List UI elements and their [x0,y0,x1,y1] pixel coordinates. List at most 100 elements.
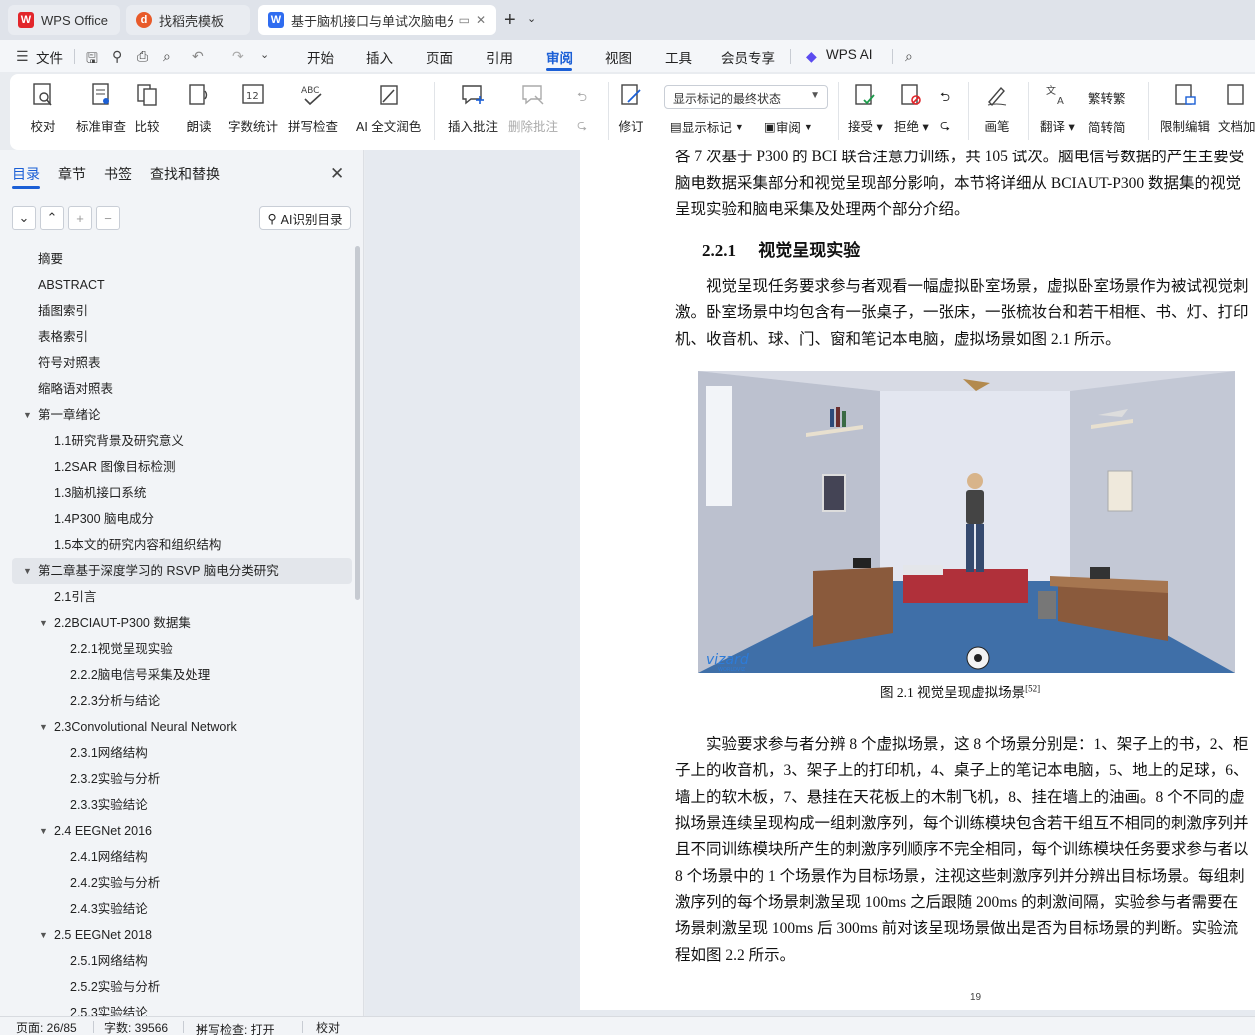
reject-button[interactable]: 拒绝 ▾ [894,80,929,144]
menu-references[interactable]: 引用 [486,47,513,67]
menu-tools[interactable]: 工具 [665,47,692,67]
save-icon[interactable]: 🖫 [86,48,98,72]
accept-button[interactable]: 接受 ▾ [848,80,883,144]
collapse-down-icon[interactable]: ⌄ [12,206,36,230]
redo-icon[interactable]: ↷ [232,48,244,65]
menu-file[interactable]: 文件 [36,47,63,67]
toc-item[interactable]: 摘要 [12,246,352,272]
expand-arrow-icon[interactable]: ▼ [39,610,48,636]
expand-arrow-icon[interactable]: ▼ [23,558,32,584]
tab-wps-office[interactable]: W WPS Office [8,5,120,35]
toc-item[interactable]: ▼ 2.3Convolutional Neural Network [12,714,352,740]
to-traditional-button[interactable]: 繁 转繁 [1088,88,1126,107]
print-icon[interactable]: ⎙ [137,48,148,65]
toc-item[interactable]: 2.5.2实验与分析 [12,974,352,1000]
next-comment-icon[interactable]: ⮎ [577,116,587,137]
figure-citation[interactable]: [52] [1025,684,1040,694]
undo-icon[interactable]: ↶ [192,48,204,65]
toc-item[interactable]: 插图索引 [12,298,352,324]
toc-item[interactable]: 2.3.3实验结论 [12,792,352,818]
toc-item[interactable]: 1.2SAR 图像目标检测 [12,454,352,480]
tab-templates[interactable]: d 找稻壳模板 [126,5,250,35]
expand-arrow-icon[interactable]: ▼ [39,818,48,844]
print-preview-icon[interactable]: ⌕ [163,48,171,65]
menu-view[interactable]: 视图 [605,47,632,67]
page-indicator[interactable]: 页面: 26/85 [16,1019,77,1035]
ai-polish-button[interactable]: AI 全文润色 [356,80,421,144]
tab-bookmarks[interactable]: 书签 [104,164,132,184]
tab-document[interactable]: W 基于脑机接口与单试次脑电分 ▭ ✕ [258,5,496,35]
toc-item[interactable]: 2.1引言 [12,584,352,610]
proofread-button[interactable]: 校对 [30,80,56,144]
expand-arrow-icon[interactable]: ▼ [23,402,32,428]
quick-access-chevron-icon[interactable]: ⌄ [260,48,269,61]
toc-item[interactable]: 1.3脑机接口系统 [12,480,352,506]
toc-item[interactable]: 2.4.1网络结构 [12,844,352,870]
insert-comment-button[interactable]: 插入批注 [448,80,498,144]
add-heading-icon[interactable]: + [68,206,92,230]
menu-insert[interactable]: 插入 [366,47,393,67]
word-count-indicator[interactable]: 字数: 39566 [104,1019,168,1035]
track-changes-button[interactable]: 修订 [618,80,644,144]
toc-scrollbar[interactable] [355,246,360,600]
ai-toc-button[interactable]: ⚲ AI识别目录 [259,206,351,230]
spell-check-status[interactable]: 拼写检查: 打开 ⌄ [196,1019,275,1035]
document-encrypt-button[interactable]: 文档加 [1218,80,1255,144]
translate-button[interactable]: 文A 翻译 ▾ [1040,80,1075,144]
next-change-icon[interactable]: ⮎ [940,116,950,137]
menu-page[interactable]: 页面 [426,47,453,67]
expand-arrow-icon[interactable]: ▼ [39,922,48,948]
toc-item[interactable]: ▼ 2.5 EEGNet 2018 [12,922,352,948]
hamburger-menu-icon[interactable]: ☰ [16,48,29,65]
tab-list-chevron-icon[interactable]: ⌄ [527,12,536,25]
restrict-editing-button[interactable]: 限制编辑 [1160,80,1210,144]
standard-review-button[interactable]: 标准审查 [76,80,126,144]
review-pane-button[interactable]: ▣ 审阅 ▼ [764,117,813,136]
toc-item[interactable]: 缩略语对照表 [12,376,352,402]
toc-item[interactable]: 1.1研究背景及研究意义 [12,428,352,454]
pen-button[interactable]: 画笔 [984,80,1010,144]
toc-item[interactable]: 2.3.2实验与分析 [12,766,352,792]
previous-comment-icon[interactable]: ⮌ [577,88,587,109]
previous-change-icon[interactable]: ⮌ [940,88,950,109]
toc-item[interactable]: 2.4.3实验结论 [12,896,352,922]
tab-toc[interactable]: 目录 [12,164,40,184]
toc-item[interactable]: 2.2.1视觉呈现实验 [12,636,352,662]
toc-item[interactable]: 1.4P300 脑电成分 [12,506,352,532]
toc-item[interactable]: 2.2.2脑电信号采集及处理 [12,662,352,688]
toc-item[interactable]: 2.2.3分析与结论 [12,688,352,714]
spell-check-button[interactable]: ABC 拼写检查 [288,80,338,144]
menu-home[interactable]: 开始 [307,47,334,67]
share-icon[interactable]: ⚲ [112,48,122,65]
close-pane-icon[interactable]: ✕ [330,164,344,184]
toc-item[interactable]: 2.5.1网络结构 [12,948,352,974]
word-count-button[interactable]: 12 字数统计 [228,80,278,144]
toc-item[interactable]: 2.4.2实验与分析 [12,870,352,896]
expand-arrow-icon[interactable]: ▼ [39,714,48,740]
show-markup-button[interactable]: ▤ 显示标记 ▼ [670,117,744,136]
markup-state-select[interactable]: 显示标记的最终状态 ▼ [664,85,828,109]
tab-sections[interactable]: 章节 [58,164,86,184]
toc-item[interactable]: ▼ 第二章基于深度学习的 RSVP 脑电分类研究 [12,558,352,584]
remove-heading-icon[interactable]: − [96,206,120,230]
tab-find-replace[interactable]: 查找和替换 [150,164,220,184]
new-tab-plus-icon[interactable]: + [504,9,516,32]
to-simplified-button[interactable]: 简 转简 [1088,117,1126,136]
search-icon[interactable]: ⌕ [905,48,913,65]
menu-wps-ai[interactable]: WPS AI [826,47,873,62]
menu-membership[interactable]: 会员专享 [721,47,775,67]
toc-item[interactable]: 2.3.1网络结构 [12,740,352,766]
read-aloud-button[interactable]: 朗读 [186,80,212,144]
toc-item[interactable]: ▼ 第一章绪论 [12,402,352,428]
proofread-status[interactable]: 校对 [316,1019,340,1035]
toc-item[interactable]: 1.5本文的研究内容和组织结构 [12,532,352,558]
expand-up-icon[interactable]: ⌃ [40,206,64,230]
toc-item[interactable]: ▼ 2.2BCIAUT-P300 数据集 [12,610,352,636]
menu-review[interactable]: 审阅 [546,47,573,67]
toc-item[interactable]: 符号对照表 [12,350,352,376]
compare-button[interactable]: 比较 [134,80,160,144]
toc-item[interactable]: 表格索引 [12,324,352,350]
toc-item[interactable]: ▼ 2.4 EEGNet 2016 [12,818,352,844]
close-tab-icon[interactable]: ✕ [476,13,486,27]
toc-item[interactable]: ABSTRACT [12,272,352,298]
